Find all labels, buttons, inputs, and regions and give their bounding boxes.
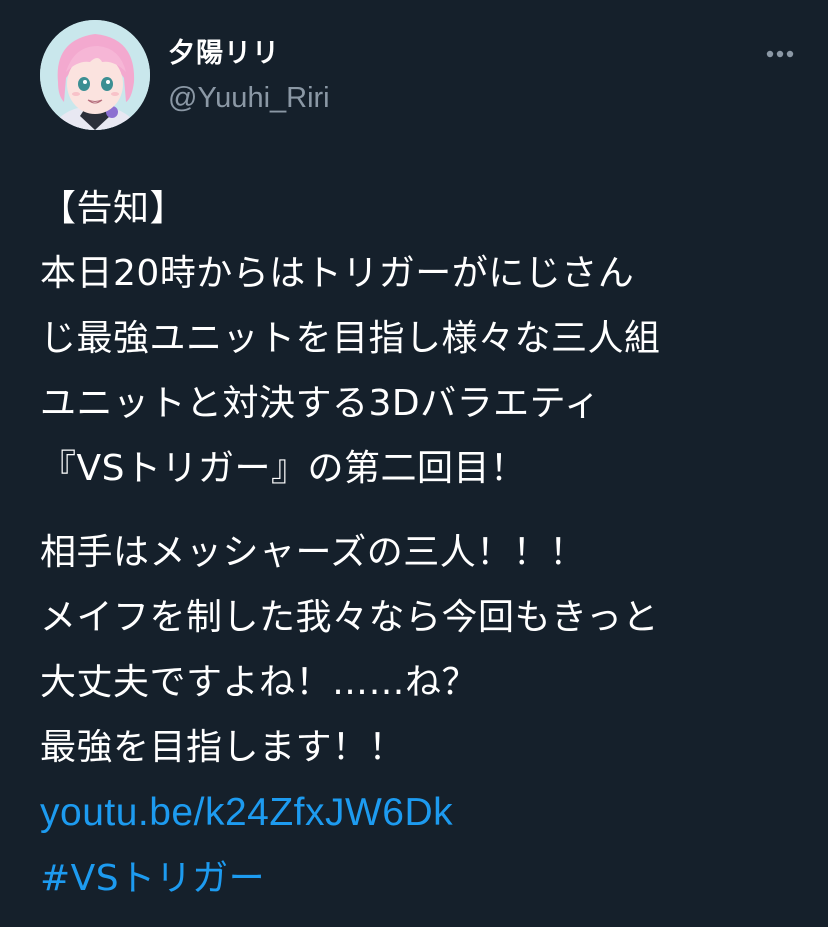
more-horizontal-icon	[766, 50, 794, 58]
tweet-line: 【告知】	[40, 188, 187, 229]
tweet-text: 【告知】 本日20時からはトリガーがにじさん じ最強ユニットを目指し様々な三人組…	[40, 176, 800, 911]
hashtag-line: #VSトリガー	[40, 846, 800, 911]
user-avatar[interactable]	[40, 20, 150, 130]
user-handle[interactable]: @Yuuhi_Riri	[168, 78, 330, 118]
hashtag-link[interactable]: #VSトリガー	[40, 858, 265, 899]
avatar-illustration	[40, 20, 150, 130]
youtube-link-line: youtu.be/k24ZfxJW6Dk	[40, 780, 800, 846]
tweet-line: 大丈夫ですよね！……ね？	[40, 662, 479, 703]
tweet-line: メイフを制した我々なら今回もきっと	[40, 597, 660, 638]
tweet-line: 『VSトリガー』の第二回目！	[40, 448, 527, 489]
tweet-header: 夕陽リリ @Yuuhi_Riri	[40, 20, 800, 130]
more-options-button[interactable]	[760, 40, 800, 68]
youtube-link[interactable]: youtu.be/k24ZfxJW6Dk	[40, 791, 453, 834]
tweet-line: じ最強ユニットを目指し様々な三人組	[40, 318, 661, 359]
tweet-line: 本日20時からはトリガーがにじさん	[40, 253, 635, 294]
tweet-author: 夕陽リリ @Yuuhi_Riri	[168, 36, 330, 118]
tweet-line: 最強を目指します！！	[40, 727, 406, 768]
tweet-line: 相手はメッシャーズの三人！！！	[40, 532, 586, 573]
display-name[interactable]: 夕陽リリ	[168, 36, 330, 72]
tweet-line: ユニットと対決する3Dバラエティ	[40, 383, 601, 424]
